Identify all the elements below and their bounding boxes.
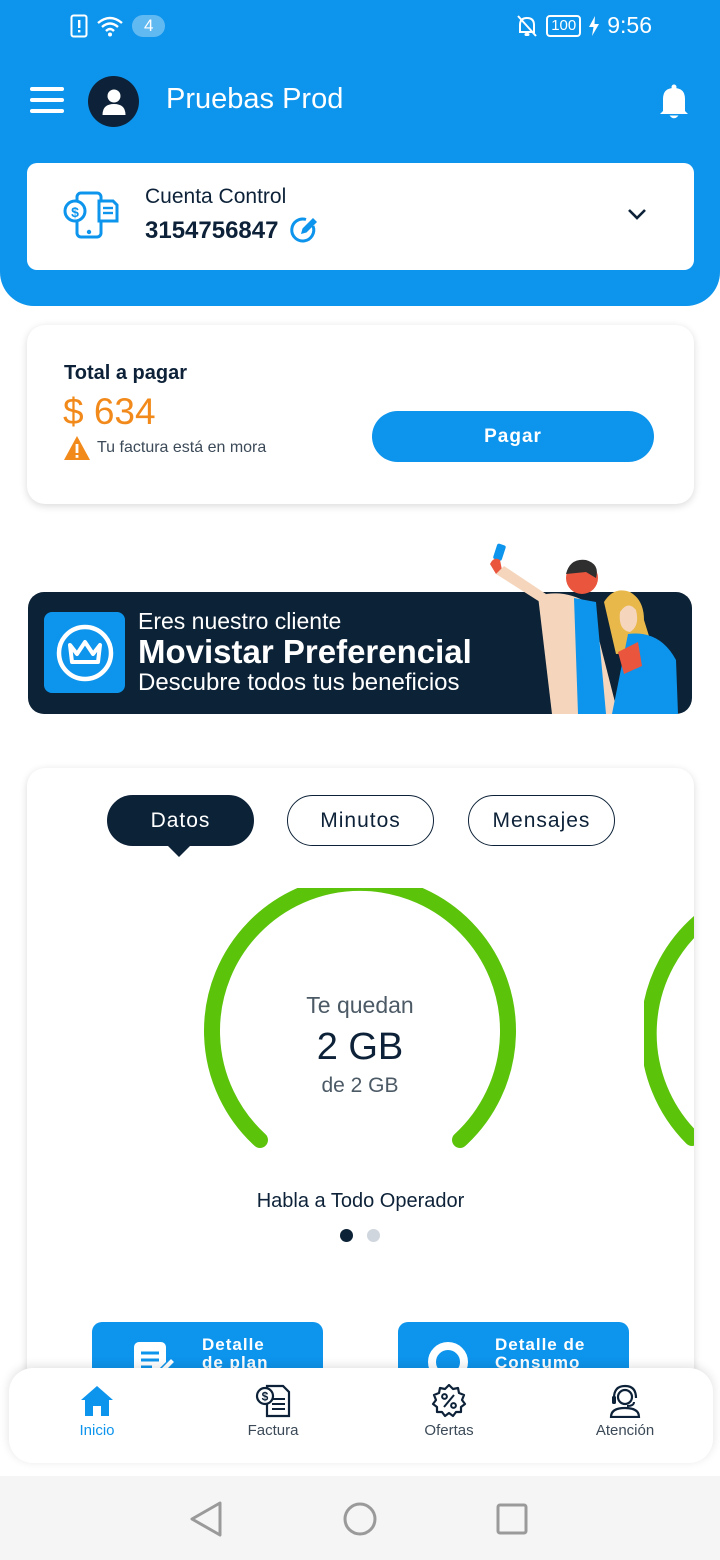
account-type: Cuenta Control <box>145 185 287 208</box>
tab-minutos[interactable]: Minutos <box>287 795 434 846</box>
nav-ofertas-label: Ofertas <box>424 1422 474 1439</box>
selfie-couple-illustration <box>490 543 678 714</box>
account-selector[interactable]: $ Cuenta Control 3154756847 <box>27 163 694 270</box>
offers-icon <box>431 1384 467 1418</box>
nav-factura-label: Factura <box>247 1422 299 1439</box>
battery-level: 100 <box>546 14 582 37</box>
bottom-nav: Inicio $ Factura Ofertas Atención <box>9 1368 713 1463</box>
svg-text:$: $ <box>262 1390 269 1404</box>
overdue-warning: Tu factura está en mora <box>63 435 266 461</box>
wifi-icon <box>97 16 123 37</box>
total-label: Total a pagar <box>64 362 187 384</box>
top-bar: Pruebas Prod <box>0 74 720 128</box>
gauge-top-label: Te quedan <box>306 992 414 1018</box>
active-tab-pointer <box>168 846 190 857</box>
next-gauge-peek <box>644 916 694 1146</box>
consumption-detail-label-1: Detalle de <box>495 1335 586 1354</box>
phone-invoice-icon: $ <box>63 191 119 239</box>
avatar[interactable] <box>88 76 139 127</box>
svg-text:$: $ <box>71 204 79 220</box>
nav-inicio[interactable]: Inicio <box>27 1384 167 1440</box>
charging-icon <box>589 15 600 36</box>
back-icon[interactable] <box>188 1500 224 1538</box>
menu-icon-line <box>30 98 64 102</box>
gauge-value: 2 GB <box>316 1026 404 1068</box>
mute-bell-icon <box>517 14 537 37</box>
banner-line3: Descubre todos tus beneficios <box>138 669 460 696</box>
menu-button[interactable] <box>30 87 66 115</box>
system-nav-bar <box>0 1476 720 1560</box>
total-amount: $ 634 <box>63 391 156 432</box>
clock: 9:56 <box>607 12 652 38</box>
nav-ofertas[interactable]: Ofertas <box>379 1384 519 1440</box>
warning-icon <box>64 436 90 460</box>
sim-alert-icon <box>70 14 88 38</box>
nav-inicio-label: Inicio <box>79 1422 115 1439</box>
plan-name: Habla a Todo Operador <box>256 1190 465 1212</box>
usage-card: Datos Minutos Mensajes Te quedan 2 GB de… <box>27 768 694 1408</box>
home-icon <box>81 1386 113 1416</box>
account-number: 3154756847 <box>145 217 279 244</box>
invoice-icon: $ <box>255 1384 291 1418</box>
plan-detail-label-1: Detalle <box>202 1335 265 1354</box>
crown-logo <box>44 612 125 693</box>
page-title: Pruebas Prod <box>166 83 344 115</box>
tab-datos[interactable]: Datos <box>107 795 254 846</box>
tab-mensajes[interactable]: Mensajes <box>468 795 615 846</box>
nav-atencion-label: Atención <box>595 1422 655 1439</box>
notifications-bell-icon[interactable] <box>658 84 690 120</box>
nav-atencion[interactable]: Atención <box>555 1384 695 1440</box>
support-icon <box>609 1384 641 1418</box>
header: 4 100 9:56 Pruebas Prod $ Cuenta Control… <box>0 0 720 306</box>
recents-icon[interactable] <box>494 1500 530 1538</box>
status-right: 100 9:56 <box>516 12 652 39</box>
nav-factura[interactable]: $ Factura <box>203 1384 343 1440</box>
user-icon <box>102 89 125 115</box>
pager-dot-active[interactable] <box>340 1229 353 1242</box>
status-bar: 4 100 9:56 <box>0 0 720 56</box>
status-left: 4 <box>70 14 166 38</box>
chevron-down-icon[interactable] <box>626 203 648 225</box>
pager-dot[interactable] <box>367 1229 380 1242</box>
home-circle-icon[interactable] <box>342 1500 378 1538</box>
banner-line1: Eres nuestro cliente <box>138 608 342 634</box>
notification-count-badge: 4 <box>132 15 166 37</box>
crown-icon <box>56 624 113 681</box>
menu-icon-line <box>30 109 64 113</box>
banner-line2: Movistar Preferencial <box>138 633 472 670</box>
payment-card: Total a pagar $ 634 Tu factura está en m… <box>27 325 694 504</box>
menu-icon-line <box>30 87 64 91</box>
overdue-warning-text: Tu factura está en mora <box>97 439 267 456</box>
gauge-sub-label: de 2 GB <box>321 1074 399 1097</box>
edit-icon[interactable] <box>289 215 319 245</box>
pay-button[interactable]: Pagar <box>372 411 654 462</box>
